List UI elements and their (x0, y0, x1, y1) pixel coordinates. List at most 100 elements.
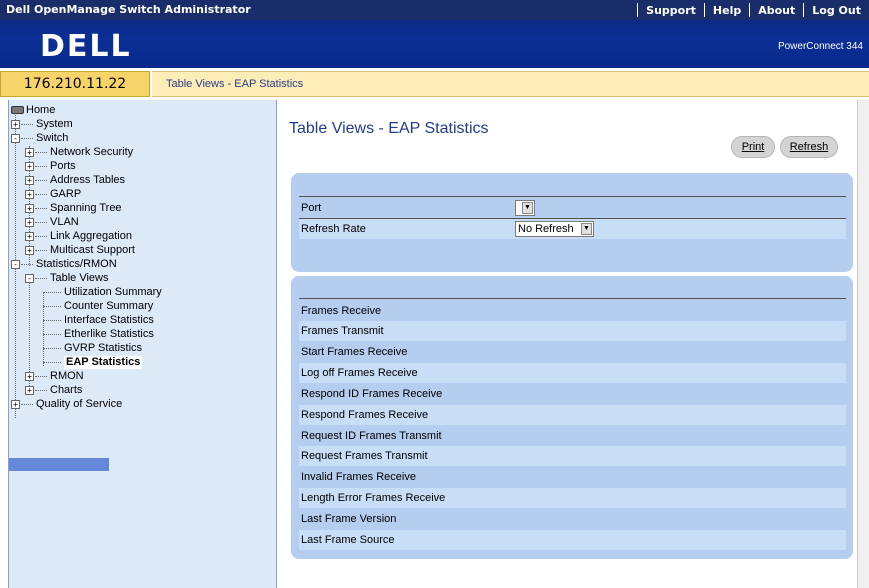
location-bar: 176.210.11.22 Table Views - EAP Statisti… (0, 68, 869, 98)
stats-label: Request ID Frames Transmit (301, 430, 442, 442)
tree-item-utilization-summary[interactable]: Utilization Summary (43, 285, 162, 299)
tree-item-vlan[interactable]: + VLAN (25, 215, 79, 229)
logout-link[interactable]: Log Out (804, 4, 869, 17)
stats-label: Respond ID Frames Receive (301, 388, 443, 400)
refresh-rate-value: No Refresh (518, 223, 574, 235)
help-link[interactable]: Help (705, 4, 749, 17)
tree-item-network-security[interactable]: + Network Security (25, 145, 133, 159)
tree-item-spanning-tree[interactable]: + Spanning Tree (25, 201, 122, 215)
tree-label: Counter Summary (64, 299, 154, 312)
tree-label: Etherlike Statistics (64, 327, 154, 340)
tree-label: VLAN (50, 215, 79, 228)
expand-icon[interactable]: + (25, 203, 34, 213)
stats-row: Frames Receive (299, 301, 846, 321)
page-title: Table Views - EAP Statistics (289, 120, 489, 137)
dropdown-arrow-icon: ▼ (522, 202, 533, 214)
stats-label: Start Frames Receive (301, 346, 408, 358)
support-link[interactable]: Support (638, 4, 704, 17)
port-select[interactable]: ▼ (515, 200, 535, 216)
expand-icon[interactable]: + (25, 217, 34, 227)
tree-item-charts[interactable]: + Charts (25, 383, 82, 397)
home-icon (11, 106, 24, 114)
tree-label: Home (26, 103, 56, 116)
stats-row: Respond Frames Receive (299, 405, 846, 425)
tree-label: Statistics/RMON (36, 257, 117, 270)
stats-label: Frames Transmit (301, 325, 384, 337)
stats-row: Length Error Frames Receive (299, 488, 846, 508)
tree-label: Link Aggregation (50, 229, 132, 242)
tree-item-link-aggregation[interactable]: + Link Aggregation (25, 229, 132, 243)
stats-label: Log off Frames Receive (301, 367, 418, 379)
expand-icon[interactable]: + (25, 161, 34, 171)
tree-item-system[interactable]: + System (11, 117, 73, 131)
tree-item-address-tables[interactable]: + Address Tables (25, 173, 125, 187)
collapse-icon[interactable]: - (11, 133, 20, 143)
expand-icon[interactable]: + (11, 399, 20, 409)
expand-icon[interactable]: + (25, 385, 34, 395)
stats-row: Frames Transmit (299, 321, 846, 341)
expand-icon[interactable]: + (25, 189, 34, 199)
brand-bar: DELL PowerConnect 344 (0, 20, 869, 68)
collapse-icon[interactable]: - (25, 273, 34, 283)
tree-item-multicast-support[interactable]: + Multicast Support (25, 243, 135, 257)
divider (299, 196, 846, 197)
stats-label: Respond Frames Receive (301, 409, 429, 421)
expand-icon[interactable]: + (25, 175, 34, 185)
tree-item-quality-of-service[interactable]: + Quality of Service (11, 397, 122, 411)
divider (299, 298, 846, 299)
ip-address: 176.210.11.22 (0, 71, 150, 97)
tree-item-eap-statistics[interactable]: EAP Statistics (43, 355, 143, 369)
stats-row: Request Frames Transmit (299, 446, 846, 466)
content-area: Table Views - EAP Statistics Print Refre… (278, 100, 869, 588)
about-link[interactable]: About (750, 4, 803, 17)
statistics-panel: Frames Receive Frames Transmit Start Fra… (291, 276, 853, 559)
app-title: Dell OpenManage Switch Administrator (6, 3, 251, 16)
tree-label: Multicast Support (50, 243, 135, 256)
tree-label: System (36, 117, 73, 130)
tree-label: GARP (50, 187, 82, 200)
refresh-rate-select[interactable]: No Refresh ▼ (515, 221, 594, 237)
collapse-icon[interactable]: - (11, 259, 20, 269)
tree-item-home[interactable]: Home (11, 103, 55, 117)
stats-row: Invalid Frames Receive (299, 467, 846, 487)
tree-item-statistics-rmon[interactable]: - Statistics/RMON (11, 257, 117, 271)
tree-item-table-views[interactable]: - Table Views (25, 271, 109, 285)
tree-item-counter-summary[interactable]: Counter Summary (43, 299, 153, 313)
stats-row: Log off Frames Receive (299, 363, 846, 383)
tree-item-interface-statistics[interactable]: Interface Statistics (43, 313, 154, 327)
model-name: PowerConnect 344 (777, 41, 863, 52)
expand-icon[interactable]: + (25, 245, 34, 255)
tree-item-gvrp-statistics[interactable]: GVRP Statistics (43, 341, 142, 355)
tree-label: Ports (50, 159, 76, 172)
tree-label: Switch (36, 131, 69, 144)
navigation-tree: Home + System - Switch + Network Securit… (8, 100, 277, 588)
expand-icon[interactable]: + (25, 231, 34, 241)
port-label: Port (301, 202, 322, 214)
filter-panel: Port ▼ Refresh Rate No Refresh ▼ (291, 173, 853, 272)
stats-label: Invalid Frames Receive (301, 471, 416, 483)
tree-item-garp[interactable]: + GARP (25, 187, 81, 201)
tree-label: RMON (50, 369, 84, 382)
tree-label: Utilization Summary (64, 285, 162, 298)
tree-label: Charts (50, 383, 83, 396)
tree-item-rmon[interactable]: + RMON (25, 369, 84, 383)
tree-item-ports[interactable]: + Ports (25, 159, 76, 173)
tree-label: Table Views (50, 271, 109, 284)
tree-label: Network Security (50, 145, 134, 158)
stats-row: Respond ID Frames Receive (299, 384, 846, 404)
tree-item-switch[interactable]: - Switch (11, 131, 68, 145)
tree-label: Interface Statistics (64, 313, 154, 326)
stats-label: Last Frame Version (301, 513, 397, 525)
stats-label: Length Error Frames Receive (301, 492, 446, 504)
stats-label: Request Frames Transmit (301, 450, 428, 462)
expand-icon[interactable]: + (25, 147, 34, 157)
expand-icon[interactable]: + (25, 371, 34, 381)
tree-item-etherlike-statistics[interactable]: Etherlike Statistics (43, 327, 154, 341)
expand-icon[interactable]: + (11, 119, 20, 129)
selection-highlight (9, 458, 109, 471)
stats-row: Last Frame Source (299, 530, 846, 550)
print-button[interactable]: Print (731, 136, 775, 158)
tree-label: Quality of Service (36, 397, 123, 410)
refresh-button[interactable]: Refresh (780, 136, 838, 158)
vertical-scrollbar[interactable] (857, 100, 869, 588)
